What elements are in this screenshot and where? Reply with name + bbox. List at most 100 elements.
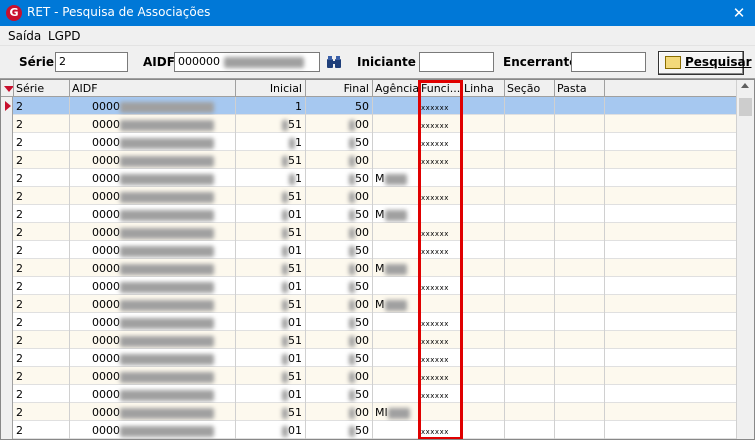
cell-funci[interactable]: xxxxxx [419,115,462,133]
cell-serie[interactable]: 2 [14,115,70,133]
cell-funci[interactable] [419,259,462,277]
cell-secao[interactable] [505,97,555,115]
cell-final[interactable]: 00 [306,187,373,205]
cell-secao[interactable] [505,421,555,439]
cell-pasta[interactable] [555,151,605,169]
cell-final[interactable]: 50 [306,313,373,331]
cell-linha[interactable] [462,259,505,277]
cell-inicial[interactable]: 1 [236,97,306,115]
cell-aidf[interactable]: 0000 [70,151,236,169]
cell-linha[interactable] [462,151,505,169]
cell-secao[interactable] [505,259,555,277]
cell-agencia[interactable] [373,223,419,241]
scroll-thumb[interactable] [739,98,752,116]
cell-aidf[interactable]: 0000 [70,115,236,133]
menu-item-saida[interactable]: Saída [8,29,41,43]
cell-linha[interactable] [462,349,505,367]
cell-secao[interactable] [505,367,555,385]
row-indicator[interactable] [1,205,13,223]
table-row[interactable]: 2 0000 1 50 xxxxxx [1,97,736,115]
cell-agencia[interactable]: MI [373,403,419,421]
close-button[interactable]: ✕ [723,0,755,26]
cell-serie[interactable]: 2 [14,313,70,331]
cell-secao[interactable] [505,385,555,403]
table-row[interactable]: 2 0000 51 00 xxxxxx [1,223,736,241]
cell-pasta[interactable] [555,367,605,385]
cell-agencia[interactable] [373,349,419,367]
cell-secao[interactable] [505,187,555,205]
column-header-inicial[interactable]: Inicial [236,80,306,97]
cell-serie[interactable]: 2 [14,349,70,367]
cell-pasta[interactable] [555,313,605,331]
cell-final[interactable]: 00 [306,367,373,385]
table-row[interactable]: 2 0000 51 00 M [1,259,736,277]
cell-aidf[interactable]: 0000 [70,349,236,367]
cell-aidf[interactable]: 0000 [70,277,236,295]
cell-inicial[interactable]: 01 [236,385,306,403]
cell-funci[interactable]: xxxxxx [419,241,462,259]
cell-agencia[interactable]: M [373,205,419,223]
column-header-serie[interactable]: Série [14,80,70,97]
cell-inicial[interactable]: 01 [236,241,306,259]
row-indicator[interactable] [1,169,13,187]
cell-linha[interactable] [462,403,505,421]
results-grid[interactable]: Série AIDF Inicial Final Agência Funci..… [0,79,755,440]
cell-funci[interactable] [419,295,462,313]
table-row[interactable]: 2 0000 51 00 xxxxxx [1,115,736,133]
cell-serie[interactable]: 2 [14,169,70,187]
table-row[interactable]: 2 0000 01 50 xxxxxx [1,277,736,295]
column-header-aidf[interactable]: AIDF [70,80,236,97]
table-row[interactable]: 2 0000 51 00 xxxxxx [1,187,736,205]
column-header-linha[interactable]: Linha [462,80,505,97]
cell-aidf[interactable]: 0000 [70,205,236,223]
cell-funci[interactable]: xxxxxx [419,97,462,115]
table-row[interactable]: 2 0000 01 50 xxxxxx [1,385,736,403]
cell-final[interactable]: 50 [306,205,373,223]
cell-linha[interactable] [462,133,505,151]
table-row[interactable]: 2 0000 01 50 xxxxxx [1,349,736,367]
menu-item-lgpd[interactable]: LGPD [48,29,80,43]
cell-secao[interactable] [505,241,555,259]
row-indicator[interactable] [1,151,13,169]
cell-final[interactable]: 00 [306,403,373,421]
cell-pasta[interactable] [555,115,605,133]
row-indicator[interactable] [1,241,13,259]
cell-funci[interactable]: xxxxxx [419,313,462,331]
cell-serie[interactable]: 2 [14,331,70,349]
cell-linha[interactable] [462,187,505,205]
cell-serie[interactable]: 2 [14,277,70,295]
iniciante-input[interactable] [419,52,494,72]
cell-agencia[interactable] [373,187,419,205]
column-header-agencia[interactable]: Agência [373,80,419,97]
cell-serie[interactable]: 2 [14,133,70,151]
table-row[interactable]: 2 0000 1 50 xxxxxx [1,133,736,151]
cell-funci[interactable]: xxxxxx [419,349,462,367]
cell-agencia[interactable] [373,313,419,331]
row-indicator[interactable] [1,97,13,115]
cell-final[interactable]: 50 [306,241,373,259]
cell-inicial[interactable]: 1 [236,169,306,187]
cell-linha[interactable] [462,169,505,187]
cell-secao[interactable] [505,133,555,151]
cell-inicial[interactable]: 51 [236,187,306,205]
cell-funci[interactable] [419,205,462,223]
table-row[interactable]: 2 0000 01 50 xxxxxx [1,313,736,331]
header-corner[interactable] [1,80,14,97]
cell-aidf[interactable]: 0000 [70,259,236,277]
cell-inicial[interactable]: 1 [236,133,306,151]
cell-serie[interactable]: 2 [14,259,70,277]
row-indicator[interactable] [1,115,13,133]
cell-aidf[interactable]: 0000 [70,403,236,421]
cell-inicial[interactable]: 51 [236,151,306,169]
vertical-scrollbar[interactable] [736,80,754,439]
cell-linha[interactable] [462,97,505,115]
cell-funci[interactable]: xxxxxx [419,133,462,151]
cell-inicial[interactable]: 51 [236,295,306,313]
row-indicator[interactable] [1,367,13,385]
cell-final[interactable]: 50 [306,349,373,367]
cell-inicial[interactable]: 01 [236,313,306,331]
cell-aidf[interactable]: 0000 [70,367,236,385]
cell-pasta[interactable] [555,133,605,151]
cell-final[interactable]: 00 [306,295,373,313]
table-row[interactable]: 2 0000 01 50 xxxxxx [1,421,736,439]
